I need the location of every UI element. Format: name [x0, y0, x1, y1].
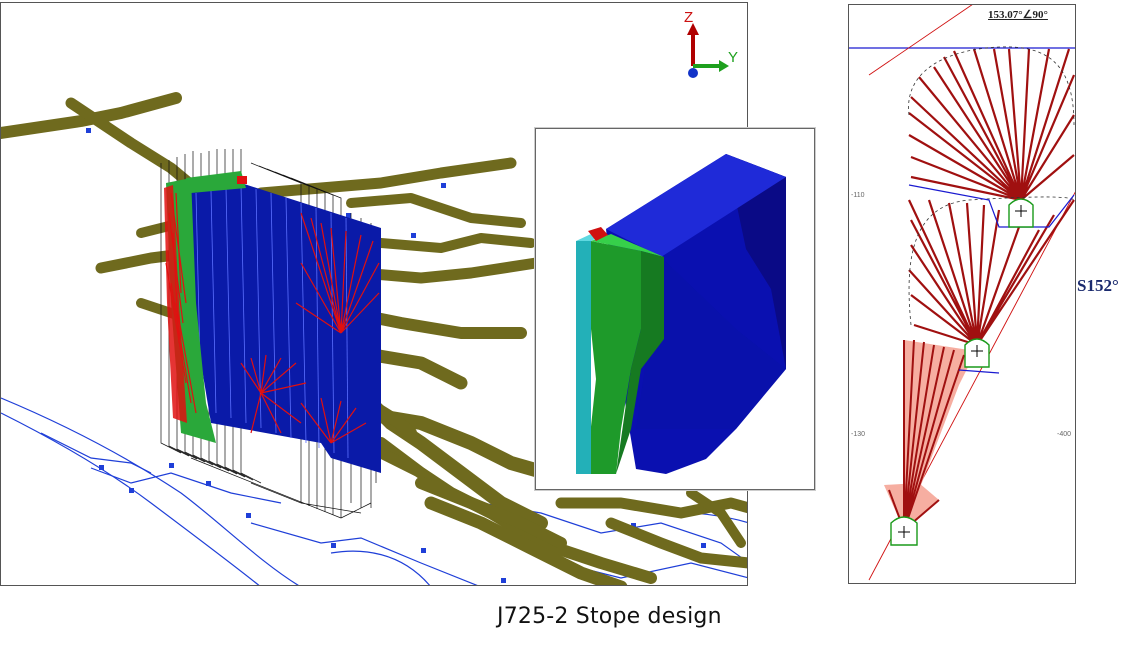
elev-label-left-2: -130 — [851, 431, 866, 438]
ring-fan-upper — [908, 48, 1075, 202]
section-direction-label: S152° — [1077, 276, 1119, 295]
figure-caption: J725-2 Stope design — [497, 604, 722, 629]
elev-label-right-1: -400 — [1057, 431, 1072, 438]
section-bearing-label: 153.07°∠90° — [988, 9, 1048, 21]
ring-section-view[interactable]: -110 -130 -400 — [848, 4, 1076, 584]
z-axis-label: Z — [684, 9, 694, 26]
y-axis-label: Y — [728, 49, 739, 66]
stope-block — [186, 183, 381, 473]
stope-solid-inset[interactable] — [535, 128, 815, 490]
axis-triad: Z Y — [681, 9, 746, 91]
elev-label-left-1: -110 — [851, 192, 865, 199]
stope-solid-model — [576, 154, 786, 474]
ring-section-drawing — [849, 5, 1075, 581]
ring-fan-middle — [908, 199, 1075, 347]
red-block-marker — [237, 176, 247, 184]
